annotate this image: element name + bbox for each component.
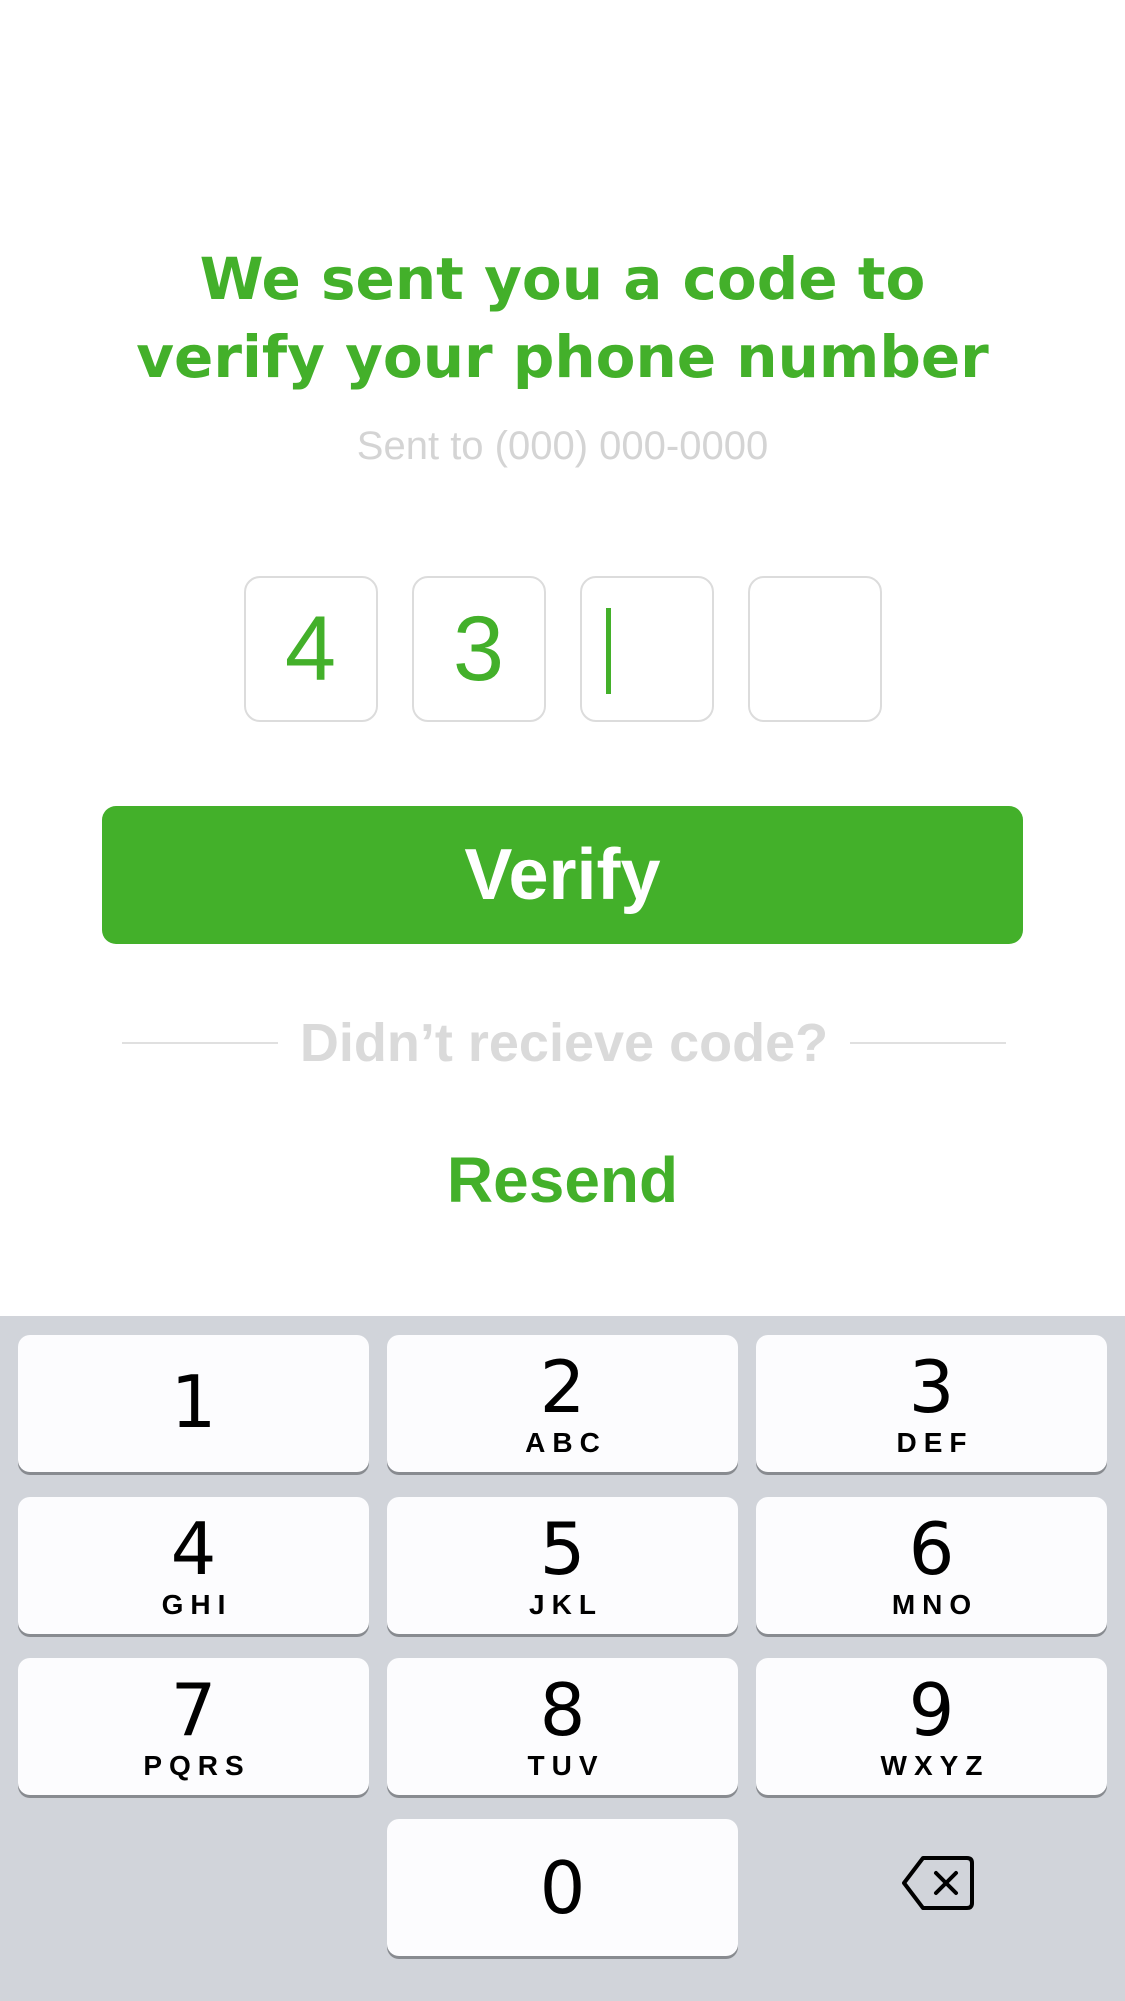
key-5[interactable]: 5 JKL [387,1497,738,1634]
key-4-number: 4 [170,1506,217,1591]
code-digit-box-2[interactable]: 3 [411,576,546,722]
key-3[interactable]: 3 DEF [756,1335,1107,1472]
backspace-icon [902,1856,974,1910]
code-digit-box-1[interactable]: 4 [243,576,378,722]
key-7-number: 7 [170,1667,217,1752]
title-line-2: verify your phone number [136,323,989,391]
backspace-key[interactable] [878,1818,998,1948]
key-7-letters: PQRS [143,1749,251,1781]
key-2-number: 2 [539,1344,586,1429]
key-1-number: 1 [170,1359,217,1444]
key-8-letters: TUV [527,1749,605,1781]
key-3-letters: DEF [896,1426,974,1458]
didnt-receive-code-text: Didn’t recieve code? [299,1013,829,1073]
key-5-letters: JKL [529,1588,603,1620]
key-6-number: 6 [908,1506,955,1591]
code-digit-box-3[interactable] [579,576,714,722]
key-9-letters: WXYZ [880,1749,990,1781]
sent-to-text: Sent to (000) 000-0000 [356,424,769,468]
verify-button[interactable]: Verify [102,806,1023,944]
divider-line-right [850,1042,1007,1044]
key-4[interactable]: 4 GHI [18,1497,369,1634]
code-input-row: 4 3 [0,576,1125,722]
key-9[interactable]: 9 WXYZ [756,1658,1107,1795]
resend-divider: Didn’t recieve code? [122,1008,1007,1078]
title-line-1: We sent you a code to [199,245,926,313]
code-digit-1: 4 [284,598,337,700]
divider-line-left [122,1042,278,1044]
key-1[interactable]: 1 [18,1335,369,1472]
key-4-letters: GHI [161,1588,233,1620]
key-6-letters: MNO [891,1588,979,1620]
key-0[interactable]: 0 [387,1819,738,1956]
key-6[interactable]: 6 MNO [756,1497,1107,1634]
page-title: We sent you a code to verify your phone … [0,240,1125,396]
code-digit-2: 3 [452,598,505,700]
key-3-number: 3 [908,1344,955,1429]
key-2[interactable]: 2 ABC [387,1335,738,1472]
code-digit-box-4[interactable] [747,576,882,722]
key-2-letters: ABC [525,1426,607,1458]
key-5-number: 5 [539,1506,586,1591]
key-8-number: 8 [539,1667,586,1752]
key-7[interactable]: 7 PQRS [18,1658,369,1795]
text-cursor [605,608,611,694]
resend-link[interactable]: Resend [0,1142,1125,1218]
key-9-number: 9 [908,1667,955,1752]
key-8[interactable]: 8 TUV [387,1658,738,1795]
key-0-number: 0 [539,1845,586,1930]
